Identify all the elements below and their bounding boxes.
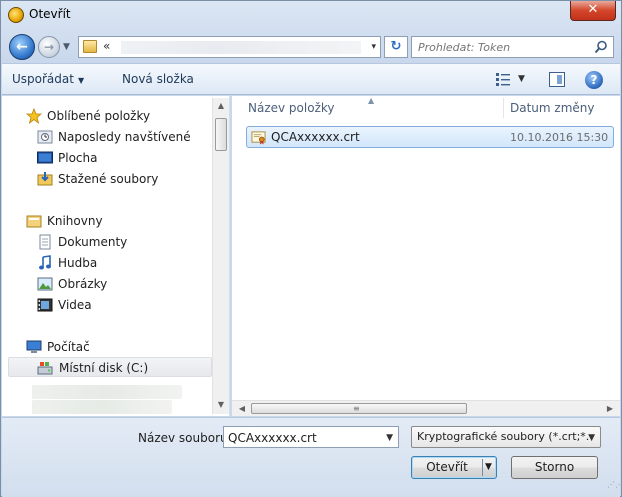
search-icon[interactable]: [594, 40, 608, 54]
nav-computer-label: Počítač: [47, 340, 90, 354]
nav-videos[interactable]: Videa: [37, 295, 207, 315]
nav-recent-places[interactable]: Naposledy navštívené: [37, 127, 207, 147]
navigation-scrollbar[interactable]: ▲ ▼: [212, 98, 229, 414]
file-row[interactable]: QCAxxxxxx.crt 10.10.2016 15:30: [246, 126, 614, 148]
address-dropdown-icon[interactable]: ▾: [371, 42, 376, 52]
folder-icon: [83, 40, 97, 53]
scrollbar-thumb[interactable]: ≡: [251, 403, 467, 414]
app-icon: [8, 7, 24, 23]
documents-icon: [39, 234, 51, 250]
nav-local-disk-label: Místní disk (C:): [59, 361, 149, 375]
view-dropdown-icon[interactable]: ▼: [518, 74, 525, 84]
nav-libraries[interactable]: Knihovny: [26, 211, 206, 231]
forward-arrow-icon: →: [43, 40, 55, 54]
pictures-icon: [37, 277, 53, 291]
open-button[interactable]: Otevřít ▼: [411, 456, 497, 479]
nav-videos-label: Videa: [58, 298, 92, 312]
downloads-icon: [37, 172, 53, 186]
videos-icon: [37, 298, 53, 312]
navigation-pane: Oblíbené položky Naposledy navštívené Pl…: [2, 96, 230, 416]
scroll-down-icon[interactable]: ▼: [213, 397, 229, 413]
refresh-button[interactable]: ↻: [384, 36, 408, 58]
cancel-button[interactable]: Storno: [511, 456, 598, 479]
sort-ascending-icon: ▲: [368, 96, 375, 105]
preview-pane-icon[interactable]: [549, 72, 565, 87]
split-divider: [482, 459, 483, 476]
filename-input[interactable]: [228, 430, 378, 445]
nav-desktop-label: Plocha: [58, 151, 98, 165]
redacted-drive-entry: [32, 385, 182, 399]
view-options-icon[interactable]: [496, 73, 510, 86]
nav-downloads-label: Stažené soubory: [58, 172, 159, 186]
nav-desktop[interactable]: Plocha: [37, 148, 207, 168]
computer-icon: [26, 340, 42, 353]
open-file-dialog: Otevřít ✕ ← → ▼ « ▾ ↻ Uspořádat▼ Nová sl…: [0, 0, 622, 497]
file-date: 10.10.2016 15:30: [510, 131, 609, 144]
chevron-down-icon[interactable]: ▼: [386, 433, 393, 443]
nav-recent-places-label: Naposledy navštívené: [58, 130, 191, 144]
nav-local-disk[interactable]: Místní disk (C:): [8, 357, 212, 377]
organize-button[interactable]: Uspořádat ▼: [12, 72, 84, 86]
refresh-icon: ↻: [390, 39, 402, 54]
local-disk-icon: [37, 362, 53, 375]
scroll-right-icon[interactable]: ▶: [602, 401, 618, 417]
new-folder-button[interactable]: Nová složka: [122, 72, 194, 86]
nav-favorites[interactable]: Oblíbené položky: [26, 106, 206, 126]
back-arrow-icon: ←: [16, 39, 28, 55]
file-list: ▲ Název položky Datum změny QCAxxxxxx.cr…: [232, 96, 620, 416]
filetype-select[interactable]: Kryptografické soubory (*.crt;*. ▼: [411, 426, 601, 448]
command-bar: Uspořádat ▼ Nová složka ▼ ?: [2, 63, 620, 95]
recent-locations-dropdown[interactable]: ▼: [63, 40, 75, 54]
back-button[interactable]: ←: [9, 34, 35, 60]
chevron-down-icon: ▼: [77, 76, 85, 85]
nav-computer[interactable]: Počítač: [26, 337, 206, 357]
scrollbar-thumb[interactable]: [215, 118, 227, 151]
title-bar: Otevřít ✕: [1, 1, 621, 27]
favorites-star-icon: [26, 108, 42, 124]
organize-label: Uspořádat: [12, 72, 74, 86]
column-header-name[interactable]: Název položky: [248, 96, 334, 120]
file-list-horizontal-scrollbar[interactable]: ◀ ≡ ▶: [232, 400, 620, 416]
recent-places-icon: [37, 130, 53, 144]
nav-documents-label: Dokumenty: [58, 235, 128, 249]
libraries-icon: [26, 215, 42, 228]
nav-documents[interactable]: Dokumenty: [37, 232, 207, 252]
filename-label: Název souboru:: [138, 431, 232, 445]
close-icon: ✕: [587, 2, 599, 17]
scroll-up-icon[interactable]: ▲: [213, 98, 229, 114]
open-options-dropdown-icon[interactable]: ▼: [485, 457, 492, 478]
chevron-down-icon: ▼: [588, 433, 595, 443]
breadcrumb-path-redacted: [121, 41, 361, 54]
close-button[interactable]: ✕: [570, 1, 616, 21]
window-title: Otevřít: [29, 7, 71, 21]
nav-downloads[interactable]: Stažené soubory: [37, 169, 207, 189]
scroll-left-icon[interactable]: ◀: [234, 401, 250, 417]
file-name: QCAxxxxxx.crt: [271, 130, 360, 144]
column-divider[interactable]: [503, 98, 504, 118]
nav-favorites-label: Oblíbené položky: [47, 109, 151, 123]
certificate-icon: [251, 131, 266, 145]
open-button-label: Otevřít: [426, 460, 468, 474]
nav-libraries-label: Knihovny: [47, 214, 103, 228]
search-box[interactable]: [411, 36, 614, 58]
music-icon: [39, 255, 51, 270]
forward-button[interactable]: →: [38, 36, 60, 58]
nav-music[interactable]: Hudba: [37, 253, 207, 273]
nav-pictures[interactable]: Obrázky: [37, 274, 207, 294]
desktop-icon: [37, 151, 53, 164]
help-icon[interactable]: ?: [585, 71, 603, 89]
search-input[interactable]: [418, 39, 588, 55]
grip-icon: ≡: [353, 404, 360, 413]
filename-combobox[interactable]: ▼: [223, 426, 399, 448]
nav-pictures-label: Obrázky: [58, 277, 108, 291]
filetype-value: Kryptografické soubory (*.crt;*.: [417, 430, 590, 443]
redacted-drive-entry: [32, 400, 172, 414]
resize-grip-icon[interactable]: ⋰⋰: [607, 481, 622, 489]
breadcrumb-overflow[interactable]: «: [103, 39, 110, 53]
chevron-down-icon: ▼: [63, 42, 70, 52]
address-bar[interactable]: « ▾: [78, 36, 381, 58]
nav-music-label: Hudba: [58, 256, 98, 270]
column-header-date[interactable]: Datum změny: [510, 96, 595, 120]
